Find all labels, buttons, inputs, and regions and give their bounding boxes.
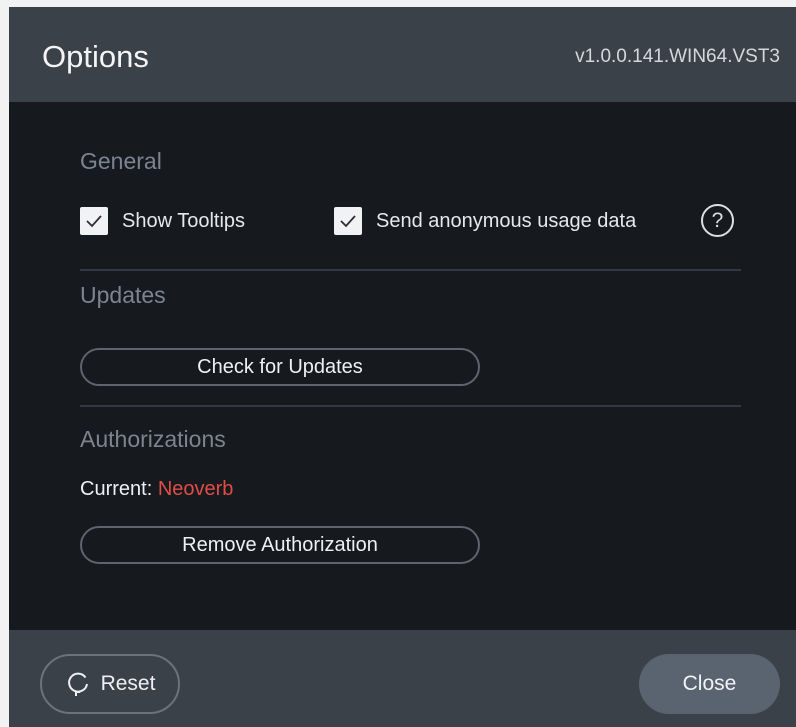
dialog-title: Options [42,39,149,74]
current-label: Current: [80,478,153,500]
send-usage-data-option[interactable]: Send anonymous usage data [334,205,636,237]
checkmark-icon [86,215,102,228]
send-usage-data-checkbox[interactable] [334,207,362,235]
show-tooltips-checkbox[interactable] [80,207,108,235]
divider [80,269,741,271]
section-heading-general: General [80,148,162,174]
dialog-footer: Reset Close [9,630,796,727]
close-button[interactable]: Close [639,654,780,714]
check-for-updates-button[interactable]: Check for Updates [80,348,480,386]
dialog-header: Options v1.0.0.141.WIN64.VST3 [9,7,796,102]
show-tooltips-option[interactable]: Show Tooltips [80,205,245,237]
version-label: v1.0.0.141.WIN64.VST3 [575,46,780,67]
options-dialog: Options v1.0.0.141.WIN64.VST3 General Sh… [9,7,796,727]
reset-icon [65,671,91,697]
question-circle-icon[interactable]: ? [701,204,734,237]
current-authorization-value: Neoverb [157,478,234,500]
reset-label: Reset [100,672,156,695]
send-usage-data-label: Send anonymous usage data [376,209,637,232]
dialog-body: General Show Tooltips Send anonymous usa… [9,102,796,630]
section-heading-authorizations: Authorizations [80,426,226,452]
checkmark-icon [340,215,356,228]
current-authorization: Current: Neoverb [80,478,233,501]
reset-button[interactable]: Reset [40,654,180,714]
section-heading-updates: Updates [80,282,166,308]
remove-authorization-button[interactable]: Remove Authorization [80,526,480,564]
divider [80,405,741,407]
show-tooltips-label: Show Tooltips [122,209,246,232]
